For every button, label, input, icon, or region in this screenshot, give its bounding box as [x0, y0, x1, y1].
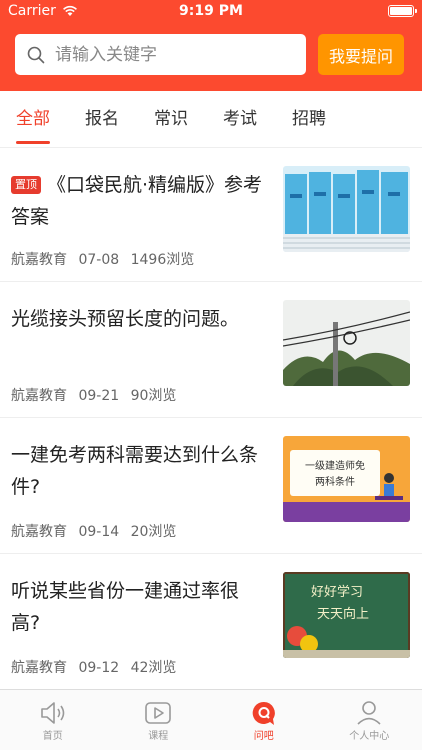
speaker-icon: [40, 702, 65, 724]
tabbar-profile[interactable]: 个人中心: [317, 690, 422, 750]
article-views: 1496浏览: [130, 252, 195, 268]
list-item[interactable]: 光缆接头预留长度的问题。 航嘉教育 09-21 90浏览: [0, 282, 422, 418]
tabbar-course-label: 课程: [148, 731, 169, 742]
tab-registration[interactable]: 报名: [85, 91, 119, 147]
tab-all[interactable]: 全部: [16, 91, 50, 147]
thumb-text-line-2: 两科条件: [315, 475, 355, 488]
article-title: 光缆接头预留长度的问题。: [11, 308, 240, 330]
list-item[interactable]: 一建免考两科需要达到什么条件? 航嘉教育 09-14 20浏览 一级建造师免 两…: [0, 418, 422, 554]
article-meta: 航嘉教育 09-14 20浏览: [11, 521, 183, 541]
list-item[interactable]: 置顶 《口袋民航·精编版》参考答案 航嘉教育 07-08 1496浏览: [0, 148, 422, 282]
list-item[interactable]: 听说某些省份一建通过率很高? 航嘉教育 09-12 42浏览 好好学习 天天向上: [0, 554, 422, 690]
tab-exam[interactable]: 考试: [223, 91, 257, 147]
pinned-badge: 置顶: [11, 176, 41, 194]
ask-question-button[interactable]: 我要提问: [318, 34, 404, 75]
tabbar-ask[interactable]: 问吧: [211, 690, 317, 750]
books-thumbnail: [283, 166, 410, 252]
article-list: 置顶 《口袋民航·精编版》参考答案 航嘉教育 07-08 1496浏览 光缆接头…: [0, 148, 422, 690]
tabbar-ask-label: 问吧: [253, 731, 274, 742]
person-icon: [357, 701, 381, 725]
article-title: 置顶 《口袋民航·精编版》参考答案: [11, 169, 263, 233]
article-title: 听说某些省份一建通过率很高?: [11, 580, 240, 634]
tabbar-profile-label: 个人中心: [349, 731, 390, 742]
article-date: 07-08: [78, 252, 120, 268]
tab-recruitment[interactable]: 招聘: [292, 91, 326, 147]
search-input[interactable]: [55, 44, 275, 65]
article-views: 90浏览: [130, 388, 177, 404]
article-title: 一建免考两科需要达到什么条件?: [11, 444, 259, 498]
article-views: 20浏览: [130, 524, 177, 540]
tabbar-home[interactable]: 首页: [0, 690, 106, 750]
chalkboard-thumbnail: 好好学习 天天向上: [283, 572, 410, 658]
tabbar-home-label: 首页: [42, 731, 63, 742]
battery-icon: [388, 5, 417, 17]
app-header: Carrier 9:19 PM 我要提问: [0, 0, 422, 91]
search-box[interactable]: [15, 34, 306, 75]
search-icon: [27, 46, 45, 63]
q-bubble-icon: [252, 701, 275, 725]
article-views: 42浏览: [130, 660, 177, 676]
article-meta: 航嘉教育 07-08 1496浏览: [11, 249, 201, 269]
exam-card-thumbnail: 一级建造师免 两科条件: [283, 436, 410, 522]
thumb-text-line-2: 天天向上: [317, 606, 369, 622]
article-source: 航嘉教育: [11, 524, 67, 540]
article-title-text: 《口袋民航·精编版》参考答案: [11, 174, 263, 228]
play-icon: [145, 702, 172, 724]
tabbar-course[interactable]: 课程: [106, 690, 212, 750]
article-date: 09-14: [78, 524, 120, 540]
article-date: 09-21: [78, 388, 120, 404]
search-row: 我要提问: [15, 34, 404, 75]
thumb-text-line-1: 好好学习: [311, 584, 363, 600]
article-source: 航嘉教育: [11, 252, 67, 268]
thumb-text-line-1: 一级建造师免: [305, 459, 365, 472]
article-date: 09-12: [78, 660, 120, 676]
clock: 9:19 PM: [179, 3, 243, 19]
status-bar: Carrier 9:19 PM: [0, 0, 422, 24]
cable-pole-thumbnail: [283, 300, 410, 386]
article-source: 航嘉教育: [11, 388, 67, 404]
category-tabs: 全部 报名 常识 考试 招聘: [0, 91, 422, 148]
tab-knowledge[interactable]: 常识: [154, 91, 188, 147]
bottom-tab-bar: 首页 课程 问吧 个人中心: [0, 689, 422, 750]
article-source: 航嘉教育: [11, 660, 67, 676]
article-meta: 航嘉教育 09-12 42浏览: [11, 657, 183, 677]
article-meta: 航嘉教育 09-21 90浏览: [11, 385, 183, 405]
